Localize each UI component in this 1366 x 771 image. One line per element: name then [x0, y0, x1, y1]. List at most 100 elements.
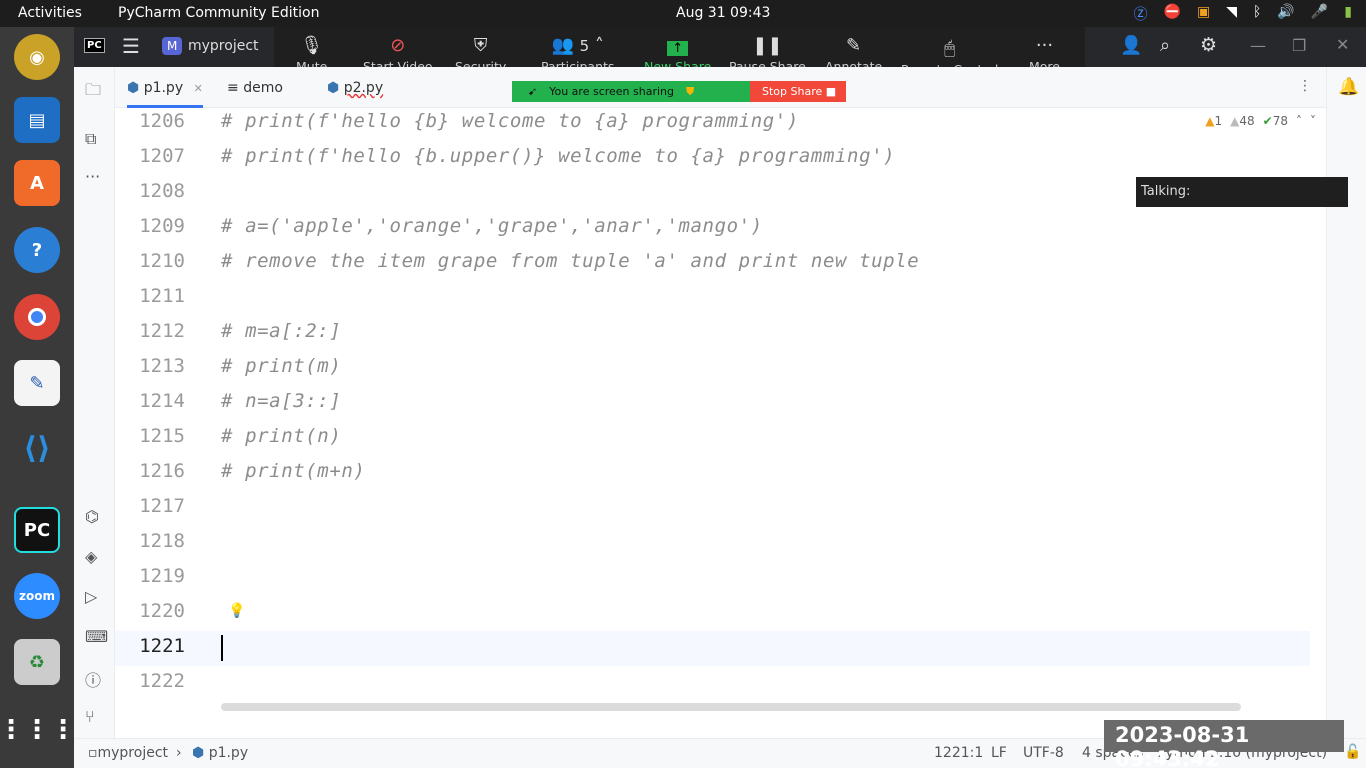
code-line[interactable]: # n=a[3::]: [221, 390, 341, 412]
code-line[interactable]: # a=('apple','orange','grape','anar','ma…: [221, 215, 763, 237]
tab-options-icon[interactable]: ⋮: [1298, 78, 1312, 94]
line-number: 1216: [139, 460, 185, 482]
structure-icon[interactable]: ⧉: [85, 129, 96, 149]
inspections-widget[interactable]: ▲1 ▲48 ✔78 ˄ ˅: [1205, 114, 1316, 128]
notifications-bell-icon[interactable]: 🔔: [1338, 77, 1359, 97]
vscode-icon[interactable]: ⟨⟩: [14, 425, 60, 471]
breadcrumb-file[interactable]: ⬢ p1.py: [192, 745, 248, 761]
maximize-button[interactable]: ❐: [1292, 36, 1306, 55]
minimize-button[interactable]: —: [1250, 36, 1266, 55]
clock[interactable]: Aug 31 09:43: [676, 5, 770, 21]
lightbulb-icon[interactable]: 💡: [228, 603, 245, 619]
code-line[interactable]: # remove the item grape from tuple 'a' a…: [221, 250, 919, 272]
code-line[interactable]: # print(n): [221, 425, 341, 447]
writer-icon[interactable]: ▤: [14, 97, 60, 143]
code-line[interactable]: # print(m+n): [221, 460, 365, 482]
settings-gear-icon[interactable]: ⚙: [1200, 34, 1217, 56]
microphone-icon[interactable]: 🎤: [1311, 4, 1328, 24]
show-apps-icon[interactable]: ⋮⋮⋮: [0, 707, 76, 753]
line-number: 1219: [139, 565, 185, 587]
line-number: 1217: [139, 495, 185, 517]
file-encoding[interactable]: UTF-8: [1023, 745, 1064, 761]
software-icon[interactable]: A: [14, 160, 60, 206]
line-number: 1214: [139, 390, 185, 412]
recording-timestamp: 2023-08-31 09:43:42: [1104, 720, 1344, 771]
python-file-icon: ⬢: [327, 80, 340, 96]
bluetooth-icon[interactable]: ᛒ: [1253, 4, 1261, 24]
volume-icon[interactable]: 🔊: [1277, 4, 1294, 24]
zoom-icon[interactable]: zoom: [14, 573, 60, 619]
stop-share-button[interactable]: Stop Share ■: [750, 81, 846, 102]
line-number: 1213: [139, 355, 185, 377]
line-number: 1221: [139, 635, 185, 657]
line-separator[interactable]: LF: [991, 745, 1007, 761]
code-line[interactable]: # print(m): [221, 355, 341, 377]
project-selector[interactable]: myproject: [188, 38, 259, 54]
breadcrumb-separator: ›: [176, 745, 182, 761]
chrome-icon[interactable]: [14, 294, 60, 340]
pycharm-icon[interactable]: PC: [14, 507, 60, 553]
system-top-bar: Activities PyCharm Community Edition Aug…: [0, 0, 1366, 27]
pin-icon: ➹: [528, 85, 538, 98]
breadcrumb-project[interactable]: ▫myproject: [88, 745, 168, 761]
do-not-disturb-icon[interactable]: ⛔: [1164, 4, 1181, 24]
screen-share-icon[interactable]: ▣: [1197, 4, 1210, 24]
add-user-icon[interactable]: 👤: [1120, 35, 1142, 56]
code-line[interactable]: # print(f'hello {b.upper()} welcome to {…: [221, 145, 895, 167]
caret-position[interactable]: 1221:1: [934, 745, 983, 761]
tab-p2-py[interactable]: ⬢ p2.py: [327, 80, 383, 96]
share-arrow-icon: ↑: [667, 41, 689, 56]
current-line-highlight: [115, 631, 1310, 666]
line-number: 1212: [139, 320, 185, 342]
battery-icon[interactable]: ▮: [1344, 4, 1352, 24]
tab-label: demo: [243, 80, 283, 96]
line-number: 1218: [139, 530, 185, 552]
search-icon[interactable]: ⌕: [1160, 35, 1170, 56]
horizontal-scrollbar[interactable]: [221, 703, 1241, 711]
trash-icon[interactable]: ♻: [14, 639, 60, 685]
tab-demo[interactable]: ≡ demo: [227, 80, 283, 96]
next-highlight-icon[interactable]: ˅: [1310, 114, 1316, 128]
rhythmbox-icon[interactable]: ◉: [14, 34, 60, 80]
python-file-icon: ⬢: [127, 80, 140, 96]
activities-button[interactable]: Activities: [18, 5, 82, 21]
problems-icon[interactable]: ⓘ: [85, 667, 101, 691]
left-tool-strip: 🗀 ⧉ ··· ⌬ ◈ ▷ ⌨ ⓘ ⑂: [74, 67, 115, 738]
pencil-icon: ✎: [846, 35, 862, 56]
project-folder-icon[interactable]: 🗀: [85, 79, 101, 106]
participants-icon: 👥 5 ˄: [551, 35, 604, 56]
line-number: 1207: [139, 145, 185, 167]
line-number: 1220: [139, 600, 185, 622]
code-line[interactable]: # print(f'hello {b} welcome to {a} progr…: [221, 110, 799, 132]
pause-icon: ❚❚: [752, 35, 783, 56]
mouse-icon: 🖱: [944, 38, 956, 59]
lock-icon[interactable]: 🔓: [1344, 744, 1361, 760]
layers-icon[interactable]: ◈: [85, 547, 97, 566]
close-tab-icon[interactable]: ✕: [194, 82, 203, 95]
code-line[interactable]: # m=a[:2:]: [221, 320, 341, 342]
zoom-tray-icon[interactable]: Ⓩ: [1134, 4, 1148, 24]
system-tray[interactable]: Ⓩ ⛔ ▣ ◥ ᛒ 🔊 🎤 ▮: [1134, 4, 1352, 24]
run-icon[interactable]: ▷: [85, 587, 97, 606]
dock: ◉ ▤ A ? ✎ ⟨⟩ PC zoom ♻ ⋮⋮⋮: [0, 27, 76, 768]
help-icon[interactable]: ?: [14, 227, 60, 273]
prev-highlight-icon[interactable]: ˄: [1296, 114, 1302, 128]
tab-p1-py[interactable]: ⬢ p1.py ✕: [127, 67, 203, 108]
shield-badge-icon: ⛊: [686, 84, 695, 98]
app-menu[interactable]: PyCharm Community Edition: [118, 5, 319, 21]
line-number: 1206: [139, 110, 185, 132]
text-editor-icon[interactable]: ✎: [14, 360, 60, 406]
git-icon[interactable]: ⑂: [85, 707, 95, 726]
main-menu-icon[interactable]: ☰: [122, 34, 140, 58]
python-console-icon[interactable]: ⌬: [85, 507, 99, 526]
video-off-icon: ⊘: [390, 35, 406, 56]
wifi-icon[interactable]: ◥: [1226, 4, 1237, 24]
terminal-icon[interactable]: ⌨: [85, 627, 108, 646]
line-number: 1208: [139, 180, 185, 202]
line-number: 1211: [139, 285, 185, 307]
sharing-status: You are screen sharing: [549, 85, 674, 98]
text-file-icon: ≡: [227, 80, 239, 96]
close-window-button[interactable]: ✕: [1336, 35, 1349, 54]
more-tools-icon[interactable]: ···: [85, 167, 100, 186]
line-number: 1215: [139, 425, 185, 447]
